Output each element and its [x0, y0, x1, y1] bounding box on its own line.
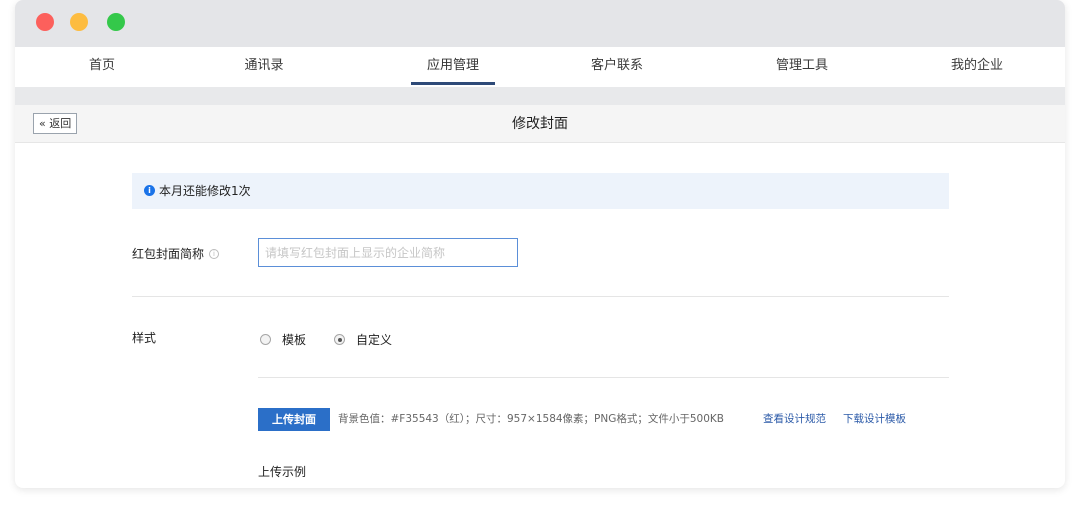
upload-example-label: 上传示例 [258, 465, 307, 479]
name-field-label: 红包封面简称 i [132, 245, 220, 262]
radio-unchecked[interactable] [260, 334, 271, 345]
app-window: 首页 通讯录 应用管理 客户联系 管理工具 我的企业 « 返回 修改封面 i 本月… [15, 0, 1065, 488]
view-design-spec-link[interactable]: 查看设计规范 [763, 408, 826, 431]
style-option-template-label: 模板 [282, 333, 307, 347]
nav-item-management-tools[interactable]: 管理工具 [760, 47, 844, 87]
nav-separator [15, 87, 1065, 105]
style-option-template[interactable]: 模板 [260, 331, 306, 348]
upload-cover-button[interactable]: 上传封面 [258, 408, 330, 431]
info-icon: i [144, 185, 155, 196]
section-divider [132, 296, 949, 297]
notice-banner: i 本月还能修改1次 [132, 173, 949, 209]
style-option-custom[interactable]: 自定义 [334, 331, 392, 348]
upload-requirements: 背景色值：#F35543（红）；尺寸：957×1584像素；PNG格式；文件小于… [338, 413, 725, 425]
radio-checked[interactable] [334, 334, 345, 345]
nav-item-home[interactable]: 首页 [60, 47, 144, 87]
page-subheader: « 返回 修改封面 [15, 105, 1065, 143]
maximize-window-button[interactable] [107, 13, 125, 31]
name-field-label-text: 红包封面简称 [132, 247, 205, 261]
nav-item-app-management[interactable]: 应用管理 [411, 47, 495, 87]
style-label: 样式 [132, 331, 157, 345]
style-option-custom-label: 自定义 [356, 333, 393, 347]
cover-name-input[interactable] [258, 238, 518, 267]
close-window-button[interactable] [36, 13, 54, 31]
upload-divider [258, 377, 949, 378]
help-icon[interactable]: i [209, 248, 220, 259]
window-titlebar [15, 0, 1065, 47]
download-template-link[interactable]: 下载设计模板 [843, 408, 906, 431]
minimize-window-button[interactable] [70, 13, 88, 31]
nav-item-my-enterprise[interactable]: 我的企业 [935, 47, 1019, 87]
top-nav: 首页 通讯录 应用管理 客户联系 管理工具 我的企业 [15, 47, 1065, 87]
page-title: 修改封面 [512, 116, 568, 132]
notice-text: 本月还能修改1次 [159, 184, 251, 198]
nav-item-contacts[interactable]: 通讯录 [222, 47, 306, 87]
nav-item-customer-contact[interactable]: 客户联系 [575, 47, 659, 87]
